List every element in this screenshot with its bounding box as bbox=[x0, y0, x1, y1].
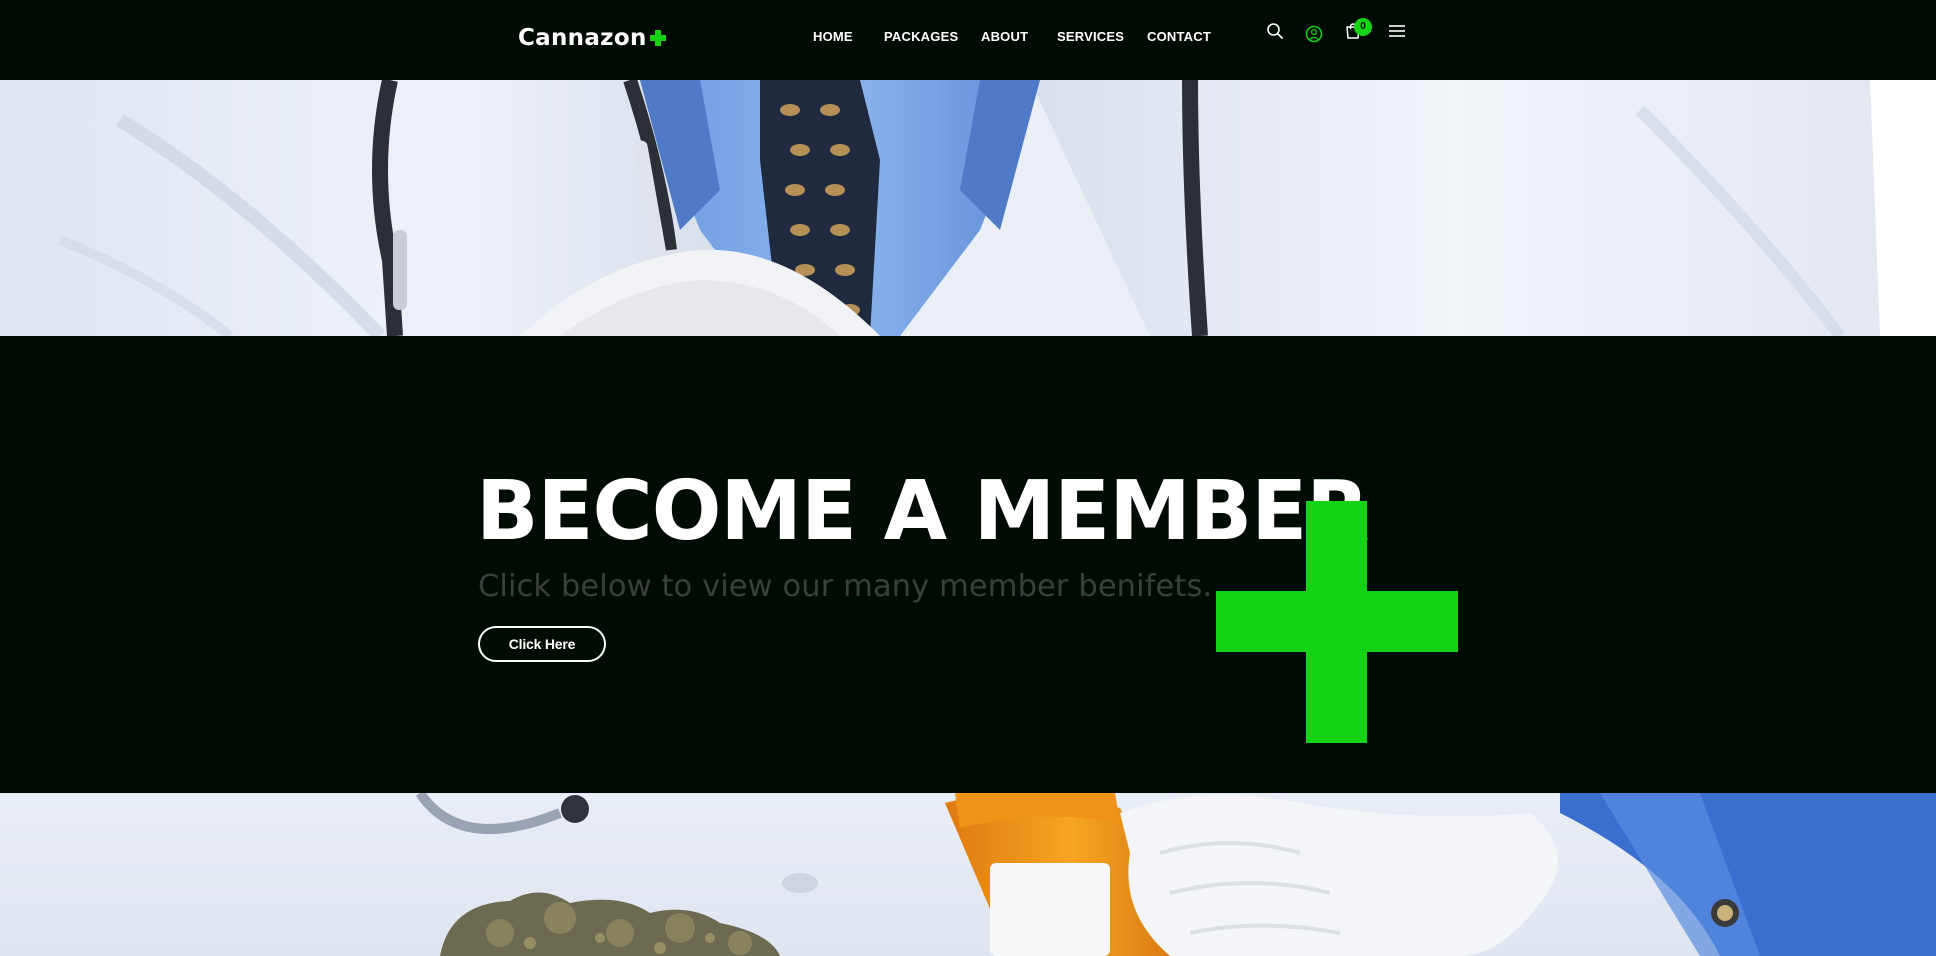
nav-link-packages[interactable]: PACKAGES bbox=[884, 29, 958, 44]
logo-text: Cannazon bbox=[518, 25, 647, 51]
become-member-section: BECOME A MEMBER Click below to view our … bbox=[0, 336, 1936, 793]
nav-link-home[interactable]: HOME bbox=[813, 29, 853, 44]
nav-link-services[interactable]: SERVICES bbox=[1057, 29, 1124, 44]
user-icon[interactable] bbox=[1305, 25, 1327, 47]
site-logo[interactable]: Cannazon bbox=[518, 25, 666, 51]
hero-image-top bbox=[0, 80, 1936, 336]
site-header: Cannazon HOME PACKAGES ABOUT SERVICES CO… bbox=[0, 0, 1936, 80]
doctor-coat-illustration bbox=[0, 80, 1936, 336]
member-subtitle: Click below to view our many member beni… bbox=[478, 569, 1213, 604]
nav-link-contact[interactable]: CONTACT bbox=[1147, 29, 1211, 44]
cart-count-badge: 0 bbox=[1354, 18, 1372, 36]
green-plus-icon bbox=[1216, 501, 1458, 743]
logo-plus-icon bbox=[649, 30, 666, 46]
click-here-button[interactable]: Click Here bbox=[478, 626, 606, 662]
hero-image-bottom bbox=[0, 793, 1936, 956]
search-icon[interactable] bbox=[1266, 22, 1288, 44]
nav-link-about[interactable]: ABOUT bbox=[981, 29, 1028, 44]
menu-icon[interactable] bbox=[1387, 22, 1409, 44]
doctor-pill-bottle-illustration bbox=[0, 793, 1936, 956]
